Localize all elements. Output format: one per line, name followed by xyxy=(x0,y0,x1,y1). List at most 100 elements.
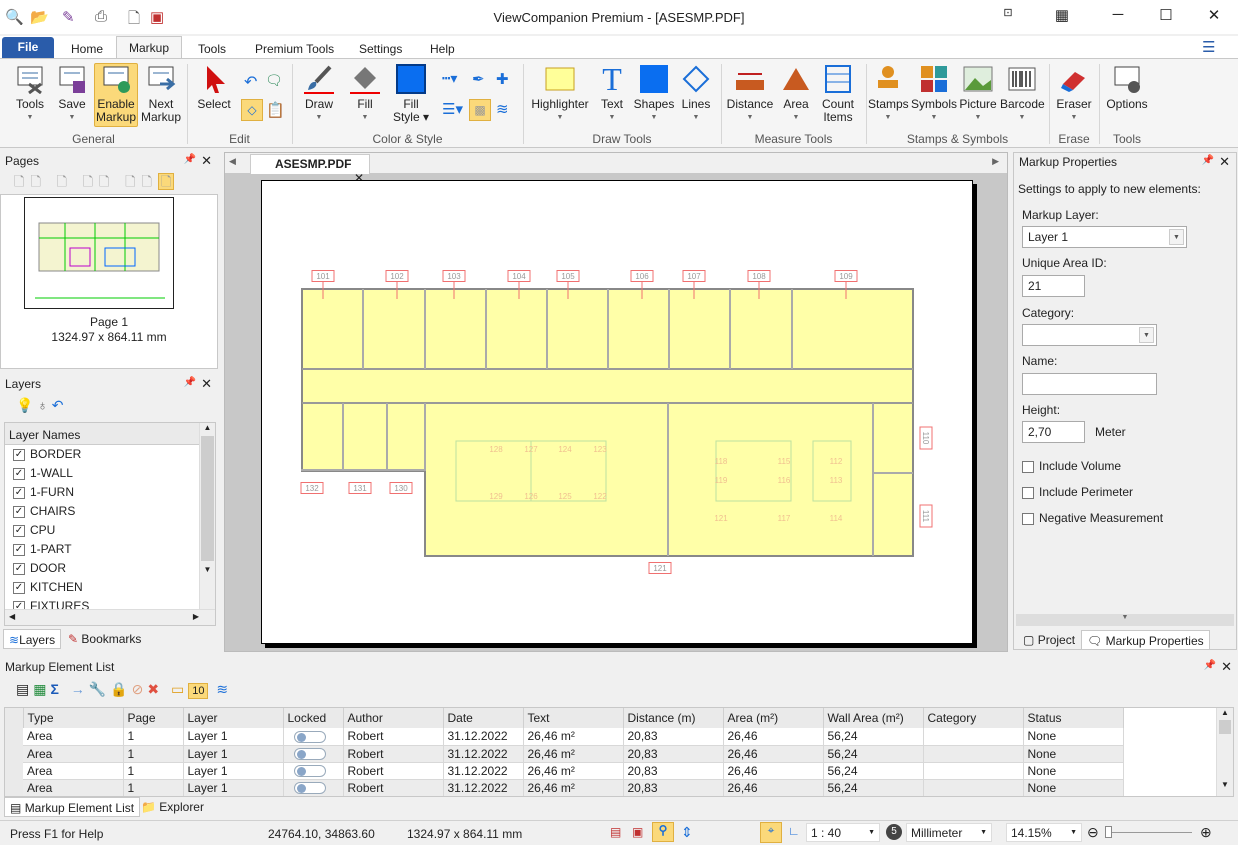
room-tag[interactable]: 132 xyxy=(300,482,324,494)
room-tag[interactable]: 104 xyxy=(507,270,531,282)
scale-select[interactable]: 1 : 40 ▼ xyxy=(806,823,880,842)
transparency-icon[interactable]: ▩ xyxy=(469,99,491,121)
room-tag[interactable]: 105 xyxy=(556,270,580,282)
close-icon[interactable]: ✕ xyxy=(201,153,212,169)
ribbon-options-icon[interactable]: ☰ xyxy=(1202,38,1215,56)
add-color-icon[interactable]: ✚ xyxy=(496,70,509,88)
lock-icon[interactable]: 🔒 xyxy=(110,681,131,697)
layer-checkbox[interactable]: ✓ xyxy=(13,581,25,594)
layer-item[interactable]: ✓ 1-WALL xyxy=(5,464,215,483)
locked-toggle[interactable] xyxy=(293,748,326,761)
column-header[interactable]: Area (m²) xyxy=(723,708,824,728)
document-view[interactable]: ◀ ASESMP.PDF ✕ ▶ 101 102 103 104 105 106 107 108… xyxy=(224,152,1008,652)
close-icon[interactable]: ✕ xyxy=(201,376,212,392)
shapes-button[interactable]: Shapes ▼ xyxy=(632,64,676,124)
line-width-icon[interactable]: ☰▾ xyxy=(442,100,463,118)
layer-checkbox[interactable]: ✓ xyxy=(13,486,25,499)
table-row[interactable]: Area 1 Layer 1 Robert 31.12.2022 26,46 m² 20,8… xyxy=(5,762,1124,780)
ortho-icon[interactable]: ∟ xyxy=(788,824,800,838)
room-tag[interactable]: 130 xyxy=(389,482,413,494)
comment-icon[interactable]: 🗨 xyxy=(265,72,283,89)
column-header[interactable]: Page xyxy=(123,708,184,728)
name-input[interactable] xyxy=(1022,373,1157,395)
delete-icon[interactable]: ✖ xyxy=(147,681,163,697)
barcode-button[interactable]: Barcode ▼ xyxy=(1000,64,1045,124)
layer-item[interactable]: ✓ KITCHEN xyxy=(5,578,215,597)
locked-toggle[interactable] xyxy=(293,765,326,778)
stamps-button[interactable]: Stamps ▼ xyxy=(868,64,909,124)
settings-list-icon[interactable]: ▤ xyxy=(16,681,33,697)
page-thumbnail[interactable] xyxy=(24,197,174,309)
room-tag[interactable]: 109 xyxy=(834,270,858,282)
room-tag[interactable]: 131 xyxy=(348,482,372,494)
locked-toggle[interactable] xyxy=(293,782,326,795)
tab-bookmarks[interactable]: ✎ Bookmarks xyxy=(63,629,146,649)
window-layout-icon[interactable]: ▦ xyxy=(1042,6,1082,24)
undo-icon[interactable]: ↶ xyxy=(244,72,257,92)
tab-explorer[interactable]: 📁 Explorer xyxy=(136,797,209,817)
tab-asesmp-pdf[interactable]: ASESMP.PDF ✕ xyxy=(250,154,370,185)
undo-icon[interactable]: ↶ xyxy=(52,397,64,413)
layer-checkbox[interactable]: ✓ xyxy=(13,448,25,461)
page-icon[interactable]: ▤ xyxy=(610,825,621,839)
select-button[interactable]: Select xyxy=(194,64,234,111)
restore-ribbon-icon[interactable]: ⊡ xyxy=(988,6,1028,19)
column-header[interactable]: Author xyxy=(343,708,444,728)
room-tag[interactable]: 103 xyxy=(442,270,466,282)
pin-icon[interactable]: 📌 xyxy=(184,154,196,165)
column-header[interactable]: Category xyxy=(923,708,1024,728)
comment-icon[interactable]: ▭ xyxy=(171,681,188,697)
locked-toggle[interactable] xyxy=(293,731,326,744)
layer-item[interactable]: ✓ 1-FURN xyxy=(5,483,215,502)
fill-style-button[interactable]: Fill Style ▾ xyxy=(390,64,432,124)
layer-item[interactable]: ✓ BORDER xyxy=(5,445,215,464)
layers-icon[interactable]: ≋ xyxy=(216,681,232,697)
tab-file[interactable]: File xyxy=(2,37,54,58)
tab-markup-element-list[interactable]: ▤ Markup Element List xyxy=(4,797,141,817)
tab-tools[interactable]: Tools xyxy=(198,42,226,56)
edit-points-icon[interactable]: ◇ xyxy=(241,99,263,121)
lightbulb-on-icon[interactable]: 💡 xyxy=(16,397,33,413)
layer-checkbox[interactable]: ✓ xyxy=(13,562,25,575)
column-header[interactable]: Type xyxy=(23,708,124,728)
column-header[interactable]: Layer xyxy=(183,708,284,728)
zoom-out-button[interactable]: ⊖ xyxy=(1087,824,1099,841)
room-tag[interactable]: 108 xyxy=(747,270,771,282)
column-header[interactable]: Distance (m) xyxy=(623,708,724,728)
picture-button[interactable]: Picture ▼ xyxy=(958,64,998,124)
column-header[interactable]: Status xyxy=(1023,708,1124,728)
layer-checkbox[interactable]: ✓ xyxy=(13,543,25,556)
line-style-icon[interactable]: ┅▾ xyxy=(442,70,457,87)
save-button[interactable]: Save ▼ xyxy=(52,64,92,124)
pdf-page[interactable]: 101 102 103 104 105 106 107 108 109 132 131 130 110 1… xyxy=(261,180,973,644)
pdf-icon[interactable]: ▣ xyxy=(632,825,643,839)
sum-icon[interactable]: Σ xyxy=(50,681,62,697)
count-items-button[interactable]: Count Items xyxy=(818,64,858,124)
column-header[interactable]: Wall Area (m²) xyxy=(823,708,924,728)
lines-button[interactable]: Lines ▼ xyxy=(678,64,714,124)
tab-layers[interactable]: ≋Layers xyxy=(3,629,62,649)
goto-icon[interactable]: → xyxy=(71,681,89,697)
fill-button[interactable]: Fill ▼ xyxy=(346,64,384,124)
count-badge[interactable]: 10 xyxy=(188,683,209,699)
layer-checkbox[interactable]: ✓ xyxy=(13,524,25,537)
minimize-button[interactable]: ─ xyxy=(1098,6,1138,23)
room-tag[interactable]: 107 xyxy=(682,270,706,282)
room-tag[interactable]: 102 xyxy=(385,270,409,282)
draw-button[interactable]: Draw ▼ xyxy=(300,64,338,124)
tab-help[interactable]: Help xyxy=(430,42,455,56)
column-header[interactable]: Date xyxy=(443,708,524,728)
tab-project[interactable]: ▢ Project xyxy=(1018,630,1080,650)
scroll-left-icon[interactable]: ◀ xyxy=(229,156,236,167)
room-tag[interactable]: 101 xyxy=(311,270,335,282)
highlighter-button[interactable]: Highlighter ▼ xyxy=(528,64,592,124)
room-tag[interactable]: 111 xyxy=(919,504,933,528)
pin-icon[interactable]: 📌 xyxy=(1204,660,1216,671)
eyedropper-icon[interactable]: ✒ xyxy=(472,70,485,88)
wrench-icon[interactable]: 🔧 xyxy=(89,681,110,697)
tab-markup-properties[interactable]: 🗨 Markup Properties xyxy=(1081,630,1210,650)
area-id-input[interactable]: 21 xyxy=(1022,275,1085,297)
options-button[interactable]: Options xyxy=(1104,64,1150,111)
include-perimeter-checkbox[interactable]: Include Perimeter xyxy=(1022,485,1133,499)
pages-toolbar[interactable]: 🗋🗋 🗋 🗋🗋 🗋🗋 🗋 xyxy=(0,170,218,194)
